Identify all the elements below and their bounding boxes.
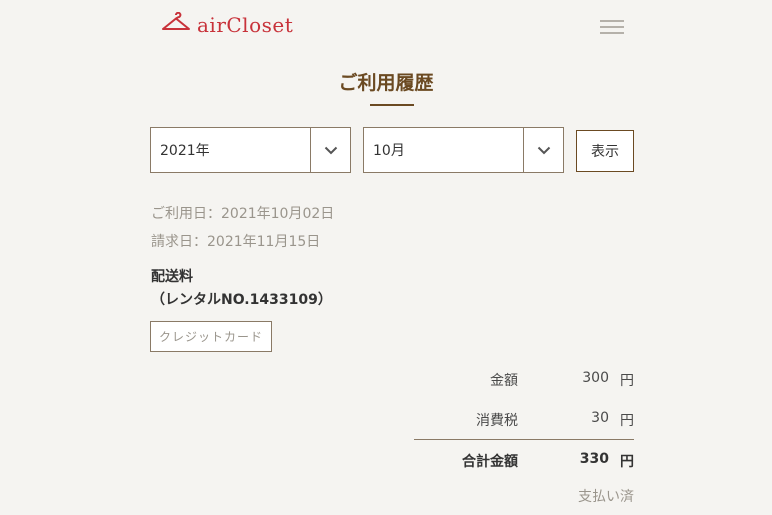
hanger-icon	[161, 11, 191, 38]
amount-row: 金額 300 円	[414, 370, 634, 390]
show-button[interactable]: 表示	[576, 130, 634, 172]
amount-label: 金額	[490, 373, 518, 389]
payment-method-badge: クレジットカード	[150, 321, 272, 352]
amount-currency: 円	[620, 373, 634, 389]
total-row: 合計金額 330 円	[414, 451, 634, 471]
total-divider	[414, 439, 634, 440]
total-currency: 円	[620, 454, 634, 470]
item-name: 配送料 （レンタルNO.1433109）	[151, 266, 332, 312]
page-title: ご利用履歴	[338, 72, 434, 94]
amount-value: 300	[582, 370, 609, 386]
tax-currency: 円	[620, 413, 634, 429]
title-underline	[370, 104, 414, 106]
year-select[interactable]: 2021年	[150, 127, 351, 173]
year-select-value: 2021年	[160, 143, 210, 159]
logo-text: airCloset	[197, 13, 294, 37]
item-title: 配送料	[151, 269, 193, 285]
tax-label: 消費税	[476, 413, 518, 429]
month-select-value: 10月	[373, 143, 405, 159]
page: airCloset ご利用履歴 2021年 10月 表示 ご利用日：2021年1…	[0, 0, 772, 515]
menu-icon[interactable]	[600, 20, 624, 34]
use-date: ご利用日：2021年10月02日	[151, 206, 335, 222]
logo[interactable]: airCloset	[161, 11, 294, 38]
chevron-down-icon	[523, 128, 563, 172]
payment-status: 支払い済	[578, 489, 634, 505]
tax-value: 30	[591, 410, 609, 426]
chevron-down-icon	[310, 128, 350, 172]
total-label: 合計金額	[462, 454, 518, 470]
total-value: 330	[579, 451, 609, 467]
month-select[interactable]: 10月	[363, 127, 564, 173]
item-rental-no: （レンタルNO.1433109）	[151, 292, 332, 308]
tax-row: 消費税 30 円	[414, 410, 634, 430]
bill-date: 請求日：2021年11月15日	[151, 234, 321, 250]
